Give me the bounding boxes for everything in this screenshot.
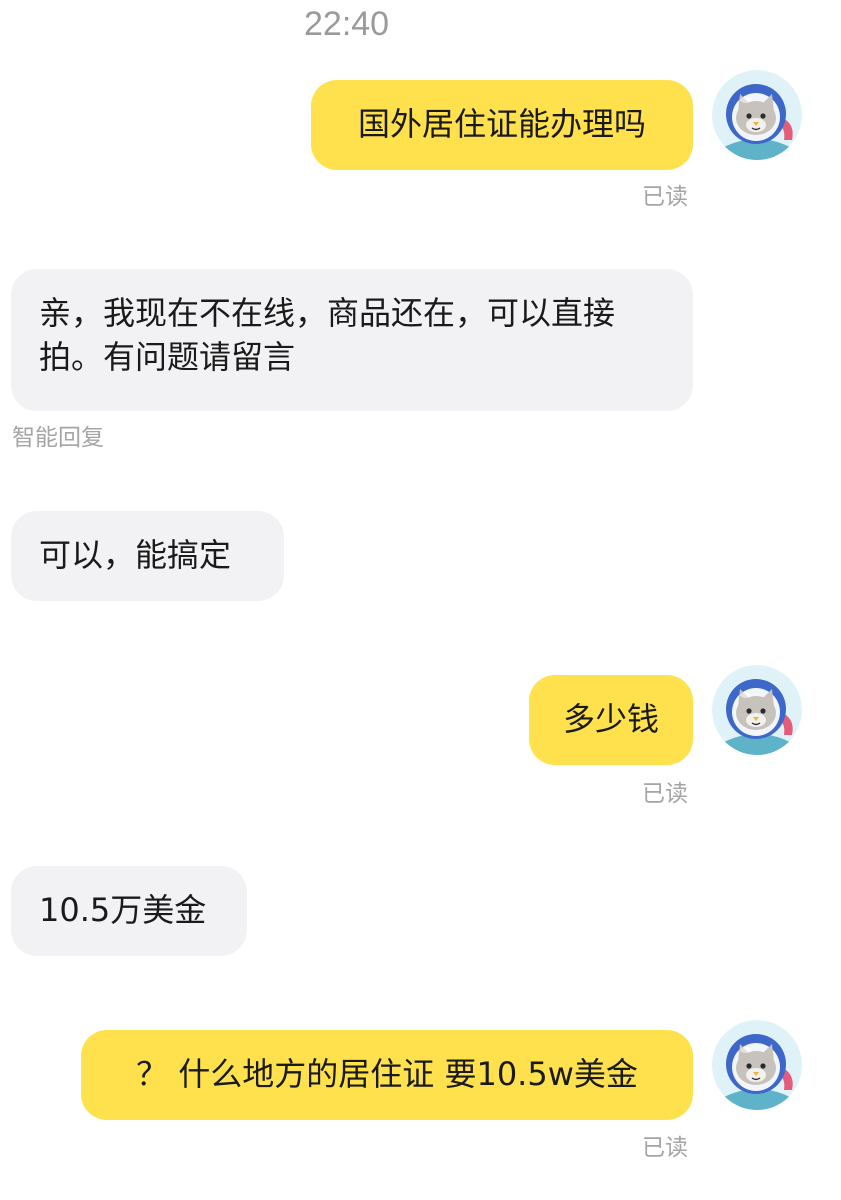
message-bubble-outgoing[interactable]: 多少钱 (529, 675, 693, 765)
user-avatar[interactable] (712, 665, 802, 755)
cat-astronaut-avatar-icon (712, 1020, 802, 1110)
message-bubble-incoming[interactable]: 亲，我现在不在线，商品还在，可以直接拍。有问题请留言 (11, 269, 693, 411)
chat-timestamp: 22:40 (304, 5, 390, 43)
cat-astronaut-avatar-icon (712, 665, 802, 755)
message-bubble-outgoing[interactable]: ？ 什么地方的居住证 要10.5w美金 (81, 1030, 693, 1120)
cat-astronaut-avatar-icon (712, 70, 802, 160)
user-avatar[interactable] (712, 1020, 802, 1110)
message-bubble-incoming[interactable]: 可以，能搞定 (11, 511, 284, 601)
read-receipt: 已读 (642, 781, 688, 807)
message-bubble-outgoing[interactable]: 国外居住证能办理吗 (311, 80, 693, 170)
auto-reply-label: 智能回复 (12, 425, 104, 451)
read-receipt: 已读 (642, 184, 688, 210)
message-bubble-incoming[interactable]: 10.5万美金 (11, 866, 247, 956)
read-receipt: 已读 (642, 1135, 688, 1161)
user-avatar[interactable] (712, 70, 802, 160)
